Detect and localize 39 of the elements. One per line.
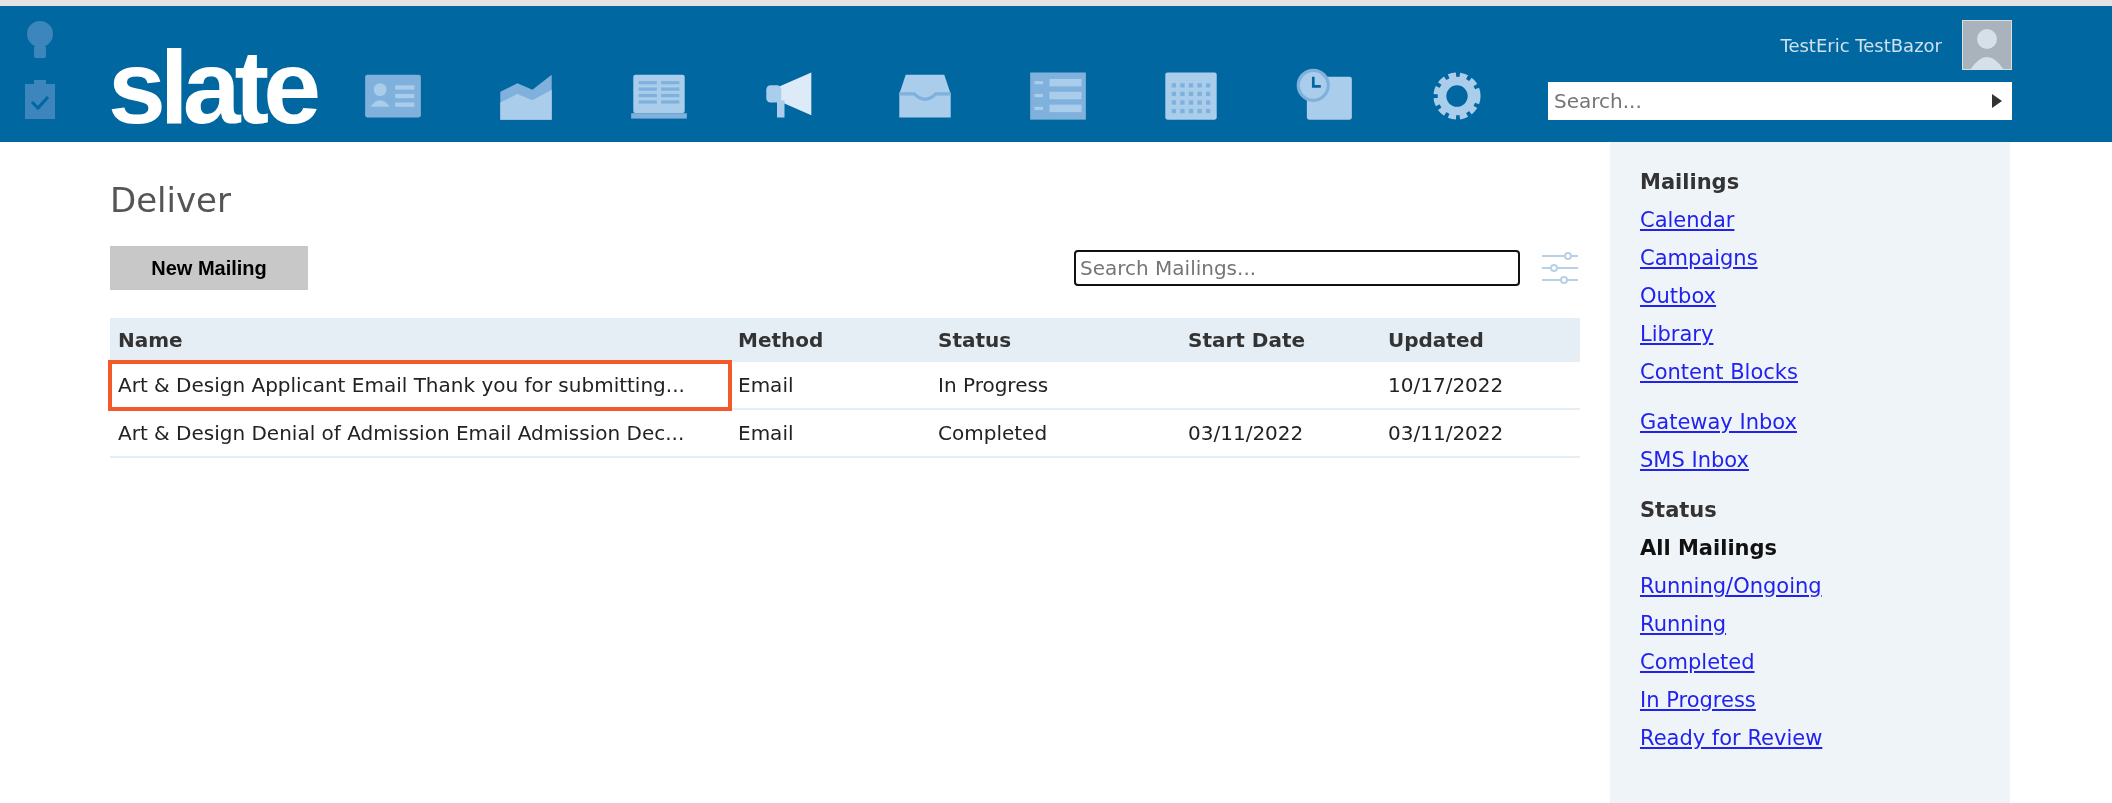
table-cell: Completed bbox=[930, 409, 1180, 457]
search-field[interactable]: Search Mailings... bbox=[1074, 250, 1520, 286]
sidebar-link[interactable]: Ready for Review bbox=[1640, 726, 1823, 750]
sidebar-link[interactable]: Library bbox=[1640, 322, 1714, 346]
sidebar-item[interactable]: All Mailings bbox=[1640, 536, 1980, 560]
table-cell: Email bbox=[730, 362, 930, 409]
column-header[interactable]: Name bbox=[110, 318, 730, 362]
new-mailing-button[interactable]: New Mailing bbox=[110, 246, 308, 290]
sidebar-link[interactable]: SMS Inbox bbox=[1640, 448, 1749, 472]
sidebar-link[interactable]: Running bbox=[1640, 612, 1727, 636]
column-header[interactable]: Method bbox=[730, 318, 930, 362]
clipboard-icon[interactable] bbox=[24, 80, 56, 120]
column-header[interactable]: Status bbox=[930, 318, 1180, 362]
table-cell[interactable]: Art & Design Denial of Admission Email Admission Dec... bbox=[110, 409, 730, 457]
caret-icon[interactable] bbox=[1992, 94, 2002, 108]
logo[interactable]: slate bbox=[108, 32, 324, 142]
page-title: Deliver bbox=[110, 180, 232, 220]
sidebar-link[interactable]: Outbox bbox=[1640, 284, 1717, 308]
sidebar-link[interactable]: Gateway Inbox bbox=[1640, 410, 1797, 434]
section-heading: Status bbox=[1640, 498, 1718, 522]
column-header[interactable]: Start Date bbox=[1180, 318, 1380, 362]
table-cell: 10/17/2022 bbox=[1380, 362, 1580, 409]
table-cell: 03/11/2022 bbox=[1180, 409, 1380, 457]
sidebar-link[interactable]: Running/Ongoing bbox=[1640, 574, 1822, 598]
sidebar-link[interactable]: Content Blocks bbox=[1640, 360, 1798, 384]
table-cell: In Progress bbox=[930, 362, 1180, 409]
sliders-icon[interactable] bbox=[1540, 250, 1580, 286]
sidebar-link[interactable]: Campaigns bbox=[1640, 246, 1758, 270]
column-header[interactable]: Updated bbox=[1380, 318, 1580, 362]
sidebar-link[interactable]: Completed bbox=[1640, 650, 1755, 674]
sidebar-link[interactable]: Calendar bbox=[1640, 208, 1735, 232]
section-heading: Mailings bbox=[1640, 170, 1741, 194]
clock-calendar-icon[interactable] bbox=[1294, 68, 1355, 122]
sidebar-link[interactable]: In Progress bbox=[1640, 688, 1756, 712]
table-cell: Email bbox=[730, 409, 930, 457]
user-name[interactable]: TestEric TestBazor bbox=[1780, 34, 1942, 56]
search-field[interactable]: Search... bbox=[1548, 82, 2012, 120]
table-cell: 03/11/2022 bbox=[1380, 409, 1580, 457]
table-cell[interactable]: Art & Design Applicant Email Thank you for submitting... bbox=[110, 362, 730, 409]
